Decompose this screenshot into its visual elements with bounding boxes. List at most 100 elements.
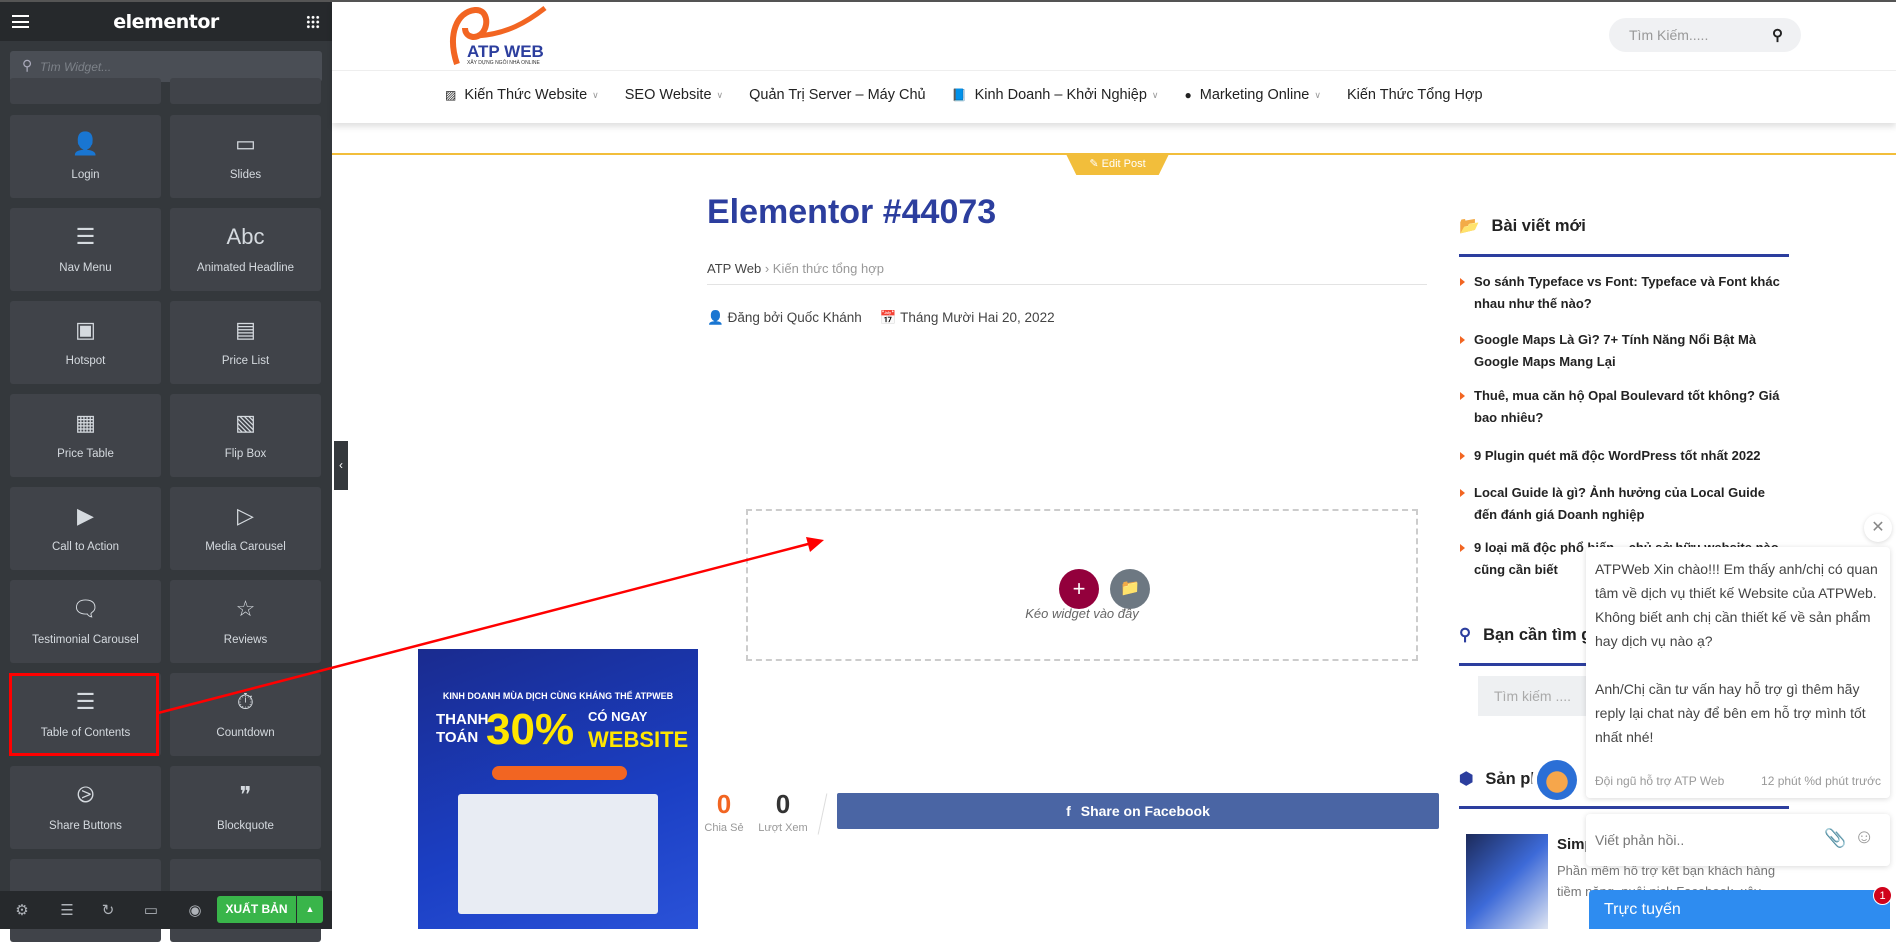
chevron-down-icon: ∨ [1151, 89, 1159, 100]
chat-status-bar[interactable]: Trực tuyến [1589, 890, 1890, 929]
widget-label: Animated Headline [196, 262, 295, 274]
nav-item-5[interactable]: Kiến Thức Tổng Hợp [1347, 87, 1483, 103]
promo-banner-image[interactable]: KINH DOANH MÙA DỊCH CÙNG KHÁNG THỂ ATPWE… [418, 649, 698, 929]
nav-item-4[interactable]: ● Marketing Online ∨ [1185, 87, 1321, 103]
nav-label: Kiến Thức Tổng Hợp [1346, 87, 1483, 103]
widget-tile-partial[interactable] [10, 78, 161, 104]
widget-tile-flip-box[interactable]: ▧ Flip Box [170, 394, 321, 477]
widget-tile-hotspot[interactable]: ▣ Hotspot [10, 301, 161, 384]
breadcrumb-separator-icon: › [764, 261, 773, 276]
widget-tile-countdown[interactable]: ⏱ Countdown [170, 673, 321, 756]
chat-time: 12 phút %d phút trước [1761, 774, 1881, 788]
nav-item-0[interactable]: ▨ Kiến Thức Website ∨ [445, 87, 599, 103]
preview-eye-icon[interactable]: ◉ [185, 901, 205, 919]
date-text: Tháng Mười Hai 20, 2022 [900, 310, 1055, 325]
drop-zone-text: Kéo widget vào đây [1025, 606, 1139, 621]
share-count-label: Chia Sẻ [704, 822, 744, 834]
responsive-icon[interactable]: ▭ [141, 901, 161, 919]
emoji-icon[interactable]: ☺ [1854, 826, 1874, 849]
panel-header: elementor [0, 0, 332, 41]
layers-icon[interactable]: ☰ [57, 901, 77, 919]
settings-icon[interactable]: ⚙ [12, 901, 32, 919]
chat-message-footer: Đội ngũ hỗ trợ ATP Web 12 phút %d phút t… [1595, 774, 1881, 788]
breadcrumb-home[interactable]: ATP Web [707, 261, 761, 276]
blockquote-icon: ❞ [239, 782, 252, 807]
search-icon: ⚲ [22, 57, 33, 73]
publish-button[interactable]: XUẤT BẢN [217, 896, 296, 923]
chat-reply-box[interactable]: 📎 ☺ [1586, 814, 1890, 866]
nav-item-2[interactable]: Quản Trị Server – Máy Chủ [749, 87, 926, 103]
widget-tile-price-list[interactable]: ▤ Price List [170, 301, 321, 384]
nav-label: Kinh Doanh – Khởi Nghiệp [974, 87, 1147, 103]
logo-tagline: XÂY DỰNG NGÔI NHÀ ONLINE [467, 60, 540, 66]
widget-tile-price-table[interactable]: ▦ Price Table [10, 394, 161, 477]
widget-tile-blockquote[interactable]: ❞ Blockquote [170, 766, 321, 849]
widget-tile-reviews[interactable]: ☆ Reviews [170, 580, 321, 663]
widget-tile-call-to-action[interactable]: ▶ Call to Action [10, 487, 161, 570]
recent-post-link[interactable]: Google Maps Là Gì? 7+ Tính Năng Nổi Bật … [1459, 329, 1789, 373]
attachment-icon[interactable]: 📎 [1824, 828, 1846, 849]
widget-label: Reviews [223, 634, 268, 646]
add-section-button[interactable]: + [1059, 569, 1099, 609]
chat-close-button[interactable]: ✕ [1864, 514, 1892, 542]
widget-tile-login[interactable]: 👤 Login [10, 115, 161, 198]
collapse-panel-button[interactable]: ‹ [334, 441, 348, 490]
site-search[interactable]: ⚲ [1609, 18, 1801, 52]
recent-posts-title: 📂 Bài viết mới [1459, 217, 1586, 236]
share-square-icon: ▨ [445, 88, 457, 102]
widget-label: Price Table [57, 448, 114, 460]
recent-post-link[interactable]: So sánh Typeface vs Font: Typeface và Fo… [1459, 271, 1789, 315]
countdown-icon: ⏱ [236, 689, 255, 714]
nav-label: SEO Website [624, 87, 712, 103]
chevron-down-icon: ∨ [592, 89, 599, 100]
share-icon: ⧁ [76, 782, 95, 807]
edit-post-tab[interactable]: ✎ Edit Post [1066, 154, 1169, 175]
widget-drop-zone[interactable]: + 📁 Kéo widget vào đây [746, 509, 1418, 661]
history-icon[interactable]: ↻ [98, 901, 118, 919]
widget-label: Blockquote [217, 820, 274, 832]
recent-post-link[interactable]: Thuê, mua căn hộ Opal Boulevard tốt khôn… [1459, 385, 1789, 429]
add-template-folder-button[interactable]: 📁 [1110, 569, 1150, 609]
price-list-icon: ▤ [235, 317, 256, 342]
reviews-icon: ☆ [235, 596, 256, 621]
recent-post-link[interactable]: 9 Plugin quét mã độc WordPress tốt nhất … [1459, 445, 1789, 467]
elementor-logo: elementor [113, 11, 219, 33]
widget-tile-share-buttons[interactable]: ⧁ Share Buttons [10, 766, 161, 849]
widget-tile-testimonial-carousel[interactable]: 🗨 Testimonial Carousel [10, 580, 161, 663]
logo-text: ATP WEB [467, 42, 544, 61]
widget-label: Price List [221, 355, 270, 367]
widget-tile-media-carousel[interactable]: ▷ Media Carousel [170, 487, 321, 570]
chat-message-text: ATPWeb Xin chào!!! Em thấy anh/chị có qu… [1595, 561, 1878, 745]
site-logo[interactable]: ATP WEB XÂY DỰNG NGÔI NHÀ ONLINE [447, 4, 572, 68]
animated-headline-icon: Abc [226, 224, 265, 249]
chat-sender: Đội ngũ hỗ trợ ATP Web [1595, 774, 1725, 788]
widget-tile-nav-menu[interactable]: ☰ Nav Menu [10, 208, 161, 291]
breadcrumb-current[interactable]: Kiến thức tổng hợp [773, 261, 884, 276]
flip-box-icon: ▧ [235, 410, 256, 435]
chat-reply-input[interactable] [1595, 814, 1815, 866]
nav-item-3[interactable]: 📘 Kinh Doanh – Khởi Nghiệp ∨ [952, 87, 1159, 103]
facebook-icon: f [1066, 803, 1071, 819]
search-icon: ⚲ [1459, 626, 1472, 644]
recent-posts-title-text: Bài viết mới [1491, 217, 1586, 235]
post-author: 👤 Đăng bởi Quốc Khánh [707, 310, 862, 326]
widget-label: Testimonial Carousel [32, 634, 139, 646]
nav-label: Marketing Online [1199, 87, 1310, 103]
share-on-facebook-button[interactable]: f Share on Facebook [837, 793, 1439, 829]
site-search-input[interactable] [1629, 18, 1769, 52]
search-widget-title-text: Bạn cần tìm gì [1483, 625, 1596, 644]
widget-label: Slides [229, 169, 262, 181]
recent-post-link[interactable]: Local Guide là gì? Ảnh hưởng của Local G… [1459, 482, 1789, 526]
chat-message-bubble: ATPWeb Xin chào!!! Em thấy anh/chị có qu… [1586, 547, 1890, 798]
widget-tile-animated-headline[interactable]: Abc Animated Headline [170, 208, 321, 291]
apps-grid-icon[interactable] [306, 15, 320, 29]
publish-options-button[interactable]: ▲ [297, 896, 323, 923]
sidebar-search-input[interactable] [1478, 676, 1588, 716]
share-count: 0 [716, 789, 732, 819]
widget-tile-slides[interactable]: ▭ Slides [170, 115, 321, 198]
search-icon[interactable]: ⚲ [1772, 26, 1783, 44]
product-image[interactable] [1466, 834, 1548, 929]
breadcrumb: ATP Web › Kiến thức tổng hợp [707, 261, 884, 276]
nav-item-1[interactable]: SEO Website ∨ [625, 87, 723, 103]
widget-tile-partial[interactable] [170, 78, 321, 104]
